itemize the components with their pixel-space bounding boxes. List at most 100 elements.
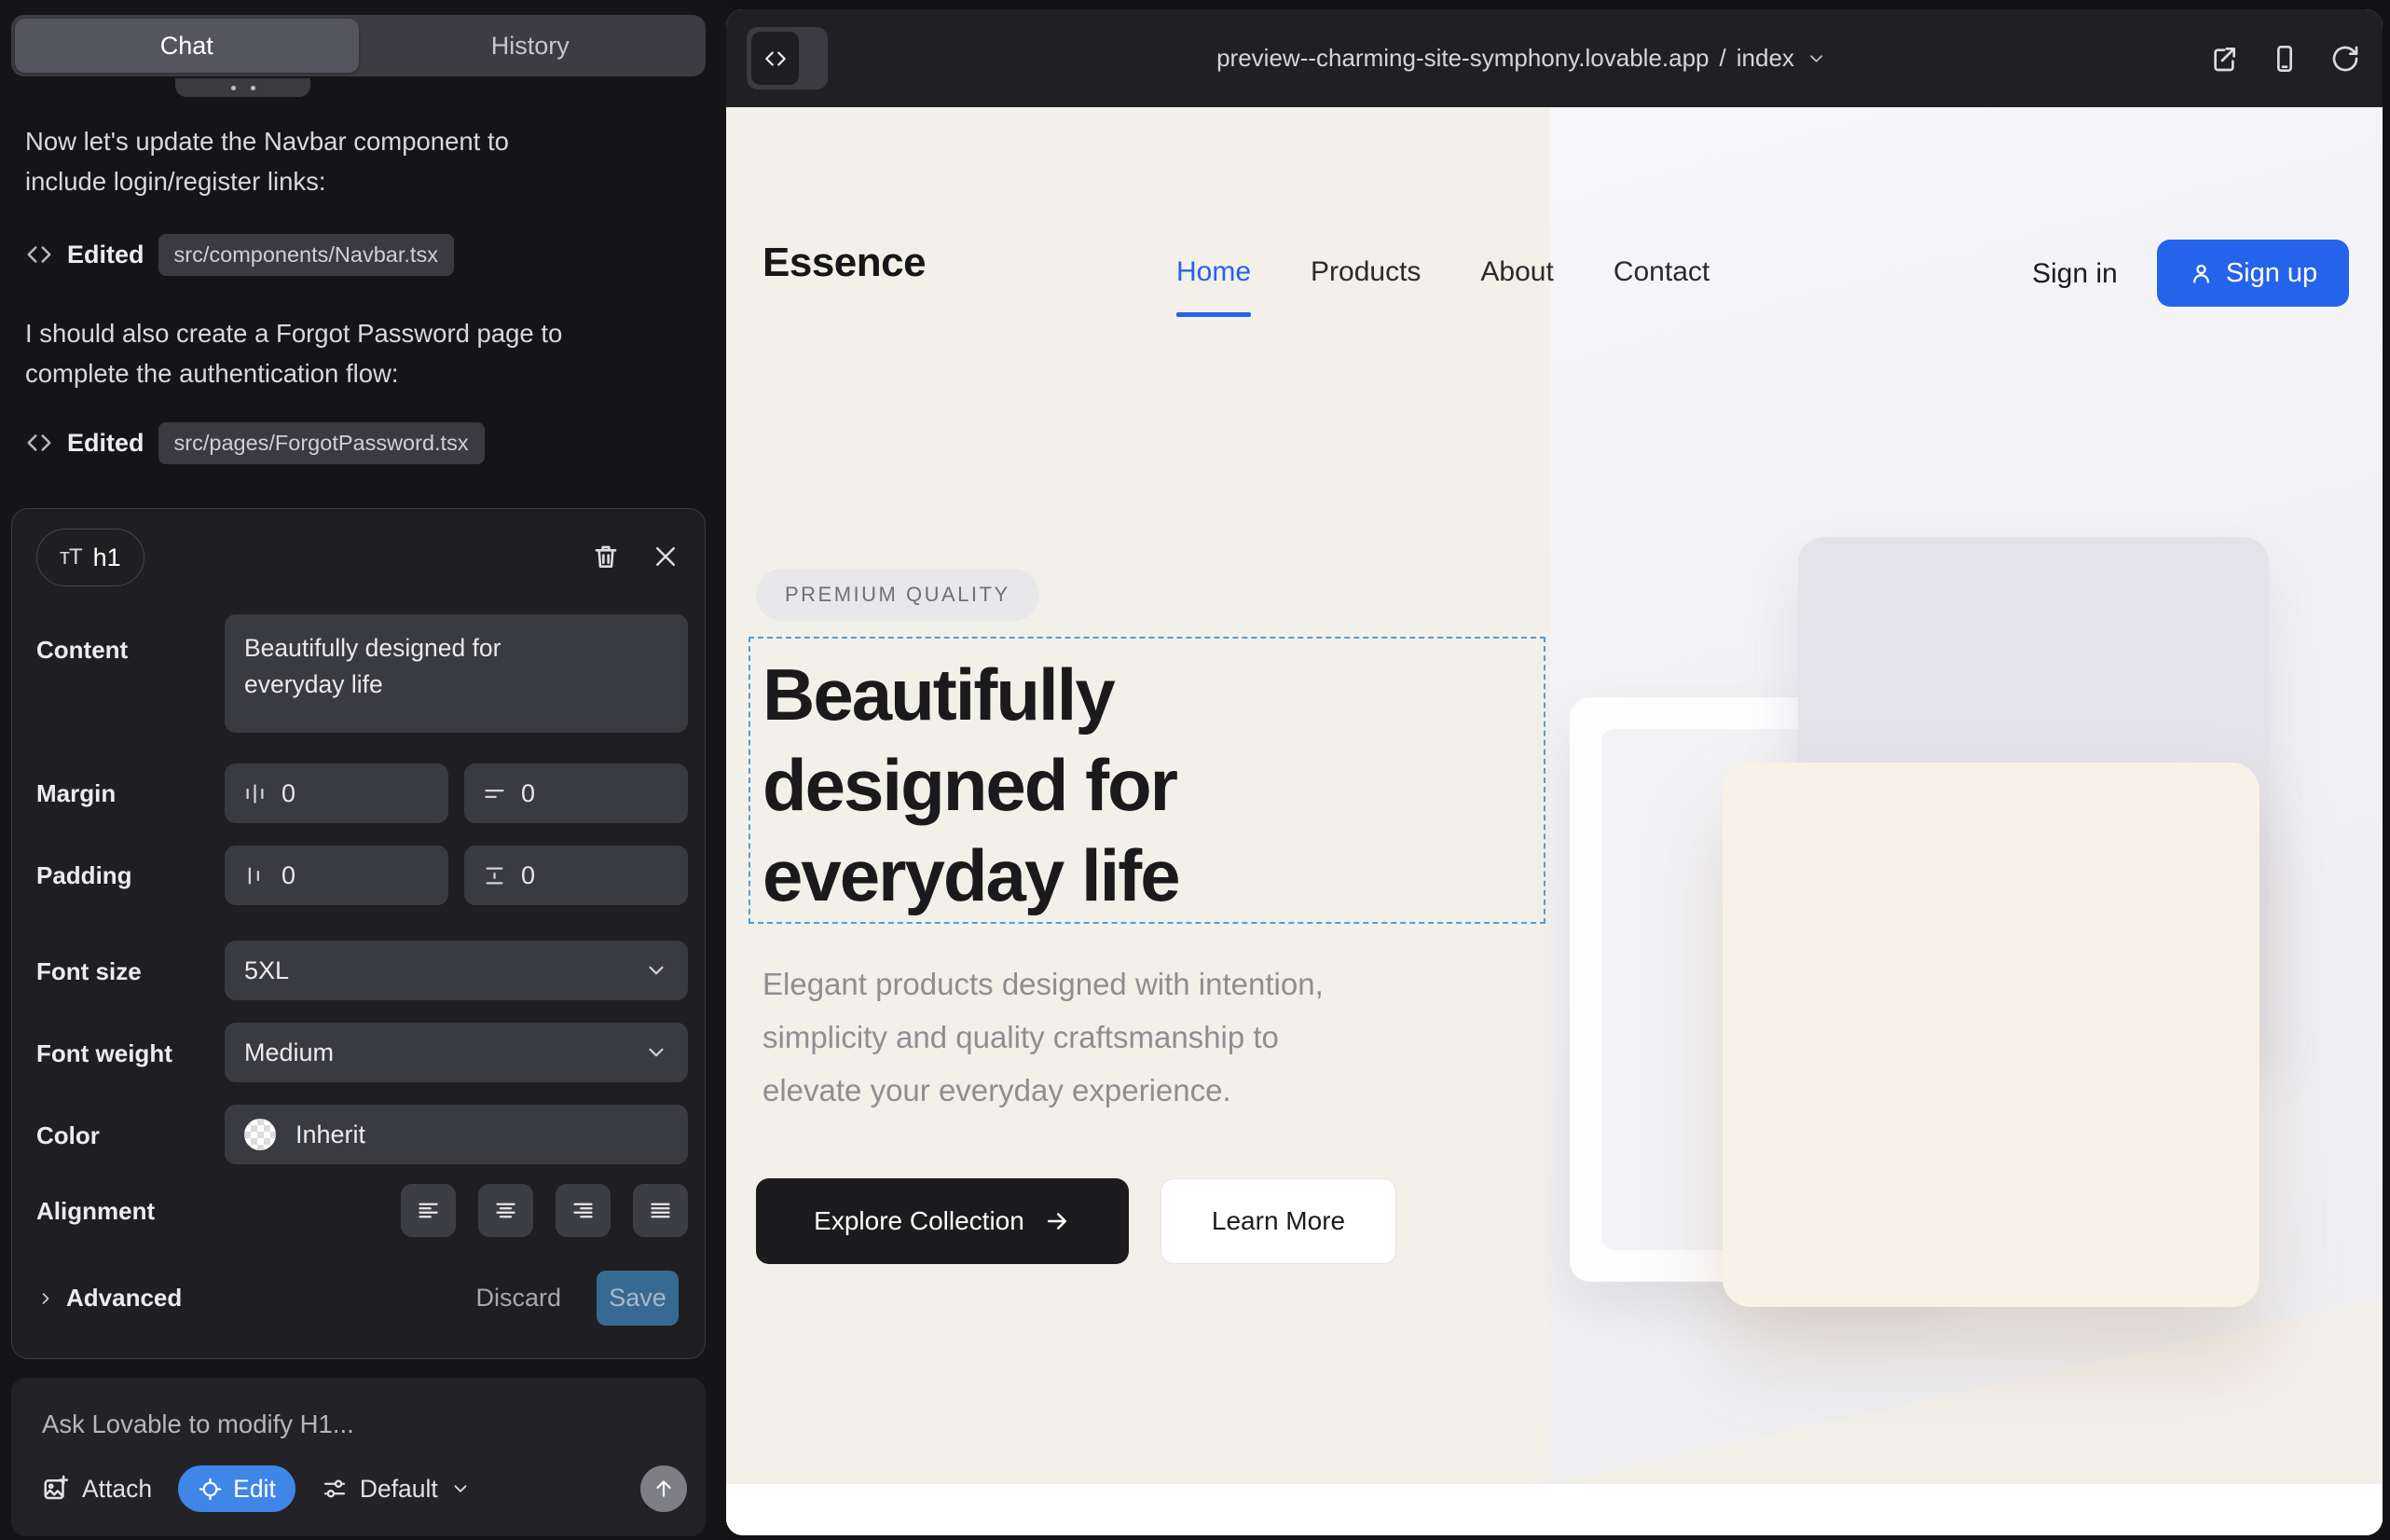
- site-nav: Home Products About Contact: [1176, 256, 1710, 288]
- alignment-label: Alignment: [36, 1197, 155, 1226]
- hero-heading[interactable]: Beautifully designed for everyday life: [762, 650, 1536, 921]
- save-button[interactable]: Save: [597, 1271, 679, 1326]
- chat-message-line: I should also create a Forgot Password p…: [25, 313, 706, 353]
- sign-in-link[interactable]: Sign in: [2032, 258, 2118, 290]
- margin-label: Margin: [36, 779, 116, 808]
- editor-footer: Advanced Discard Save: [36, 1271, 679, 1326]
- tab-chat[interactable]: Chat: [15, 19, 359, 73]
- font-weight-value: Medium: [244, 1038, 334, 1067]
- chat-message-line: include login/register links:: [25, 161, 706, 201]
- delete-element-button[interactable]: [589, 540, 623, 573]
- advanced-toggle[interactable]: Advanced: [36, 1284, 182, 1313]
- attach-button[interactable]: Attach: [42, 1475, 152, 1504]
- padding-label: Padding: [36, 861, 132, 890]
- padding-x-icon: [242, 863, 268, 888]
- explore-collection-label: Explore Collection: [814, 1206, 1024, 1236]
- font-size-label: Font size: [36, 957, 142, 986]
- composer-input[interactable]: [42, 1404, 676, 1445]
- content-input[interactable]: Beautifully designed for everyday life: [225, 614, 688, 733]
- user-icon: [2189, 261, 2214, 286]
- align-center-button[interactable]: [478, 1184, 533, 1237]
- margin-x-icon: [242, 781, 268, 806]
- hero-badge: PREMIUM QUALITY: [756, 569, 1039, 621]
- hero-description: Elegant products designed with intention…: [762, 957, 1324, 1117]
- align-left-button[interactable]: [401, 1184, 456, 1237]
- nav-link-home[interactable]: Home: [1176, 256, 1251, 288]
- font-weight-label: Font weight: [36, 1039, 172, 1068]
- margin-y-input[interactable]: 0: [464, 763, 688, 823]
- hero-ctas: Explore Collection Learn More: [756, 1178, 1396, 1264]
- font-size-select[interactable]: 5XL: [225, 941, 688, 1000]
- chat-history-tabs: Chat History: [11, 15, 706, 76]
- content-line: everyday life: [244, 667, 668, 703]
- url-path: index: [1737, 44, 1794, 73]
- site-preview: Essence Home Products About Contact Sign…: [726, 107, 2383, 1535]
- chat-message: I should also create a Forgot Password p…: [25, 313, 706, 393]
- padding-x-input[interactable]: 0: [225, 846, 448, 905]
- hero-heading-line: everyday life: [762, 831, 1536, 921]
- hero-heading-line: Beautifully: [762, 650, 1536, 740]
- element-editor-panel: тT h1 Content Beautifully designed for e…: [11, 508, 706, 1359]
- refresh-button[interactable]: [2328, 42, 2362, 76]
- sign-up-button[interactable]: Sign up: [2157, 240, 2349, 307]
- font-weight-select[interactable]: Medium: [225, 1023, 688, 1082]
- sliders-icon: [322, 1476, 348, 1502]
- chrome-actions: [2207, 42, 2362, 76]
- padding-x-value: 0: [282, 861, 295, 890]
- close-icon[interactable]: [649, 540, 682, 573]
- send-button[interactable]: [640, 1465, 687, 1512]
- hero-description-line: Elegant products designed with intention…: [762, 957, 1324, 1011]
- target-icon: [198, 1477, 223, 1502]
- padding-y-input[interactable]: 0: [464, 846, 688, 905]
- browser-chrome: preview--charming-site-symphony.lovable.…: [726, 9, 2383, 107]
- attach-label: Attach: [82, 1475, 152, 1504]
- align-right-button[interactable]: [556, 1184, 611, 1237]
- chat-message-line: complete the authentication flow:: [25, 353, 706, 393]
- element-type-pill: тT h1: [36, 529, 144, 586]
- align-justify-button[interactable]: [633, 1184, 688, 1237]
- mode-select[interactable]: Default: [322, 1475, 471, 1504]
- url-host: preview--charming-site-symphony.lovable.…: [1216, 44, 1709, 73]
- nav-link-products[interactable]: Products: [1311, 256, 1421, 288]
- arrow-up-icon: [652, 1477, 676, 1501]
- chevron-right-icon: [36, 1289, 55, 1308]
- url-bar[interactable]: preview--charming-site-symphony.lovable.…: [1216, 44, 1827, 73]
- edited-file-row: Edited src/pages/ForgotPassword.tsx: [25, 421, 485, 464]
- chat-message: Now let's update the Navbar component to…: [25, 121, 706, 201]
- nav-link-contact[interactable]: Contact: [1614, 256, 1710, 288]
- text-size-icon: тT: [60, 544, 82, 571]
- margin-x-value: 0: [282, 779, 295, 808]
- element-tag: h1: [93, 543, 121, 572]
- alignment-group: [401, 1184, 688, 1237]
- color-label: Color: [36, 1121, 100, 1150]
- site-logo[interactable]: Essence: [762, 240, 926, 286]
- learn-more-button[interactable]: Learn More: [1161, 1178, 1396, 1264]
- explore-collection-button[interactable]: Explore Collection: [756, 1178, 1129, 1264]
- edit-mode-button[interactable]: Edit: [178, 1465, 295, 1512]
- chevron-down-icon: [644, 958, 668, 983]
- chevron-down-icon: [1806, 48, 1827, 69]
- content-line: Beautifully designed for: [244, 630, 668, 667]
- margin-y-icon: [482, 781, 507, 806]
- edit-label: Edit: [233, 1475, 276, 1504]
- code-view-toggle[interactable]: [747, 27, 828, 89]
- file-chip[interactable]: src/components/Navbar.tsx: [158, 234, 454, 276]
- sign-up-label: Sign up: [2226, 258, 2317, 289]
- code-icon: [25, 241, 53, 268]
- color-swatch: [244, 1119, 276, 1150]
- tab-history[interactable]: History: [359, 19, 703, 73]
- margin-x-input[interactable]: 0: [225, 763, 448, 823]
- edited-label: Edited: [67, 241, 144, 269]
- chat-message-line: Now let's update the Navbar component to: [25, 121, 706, 161]
- hero-description-line: simplicity and quality craftsmanship to: [762, 1011, 1324, 1064]
- color-select[interactable]: Inherit: [225, 1105, 688, 1164]
- next-section: [726, 1484, 2383, 1535]
- hero-description-line: elevate your everyday experience.: [762, 1064, 1324, 1117]
- mobile-view-button[interactable]: [2268, 42, 2301, 76]
- composer: Attach Edit Default: [11, 1378, 706, 1536]
- nav-link-about[interactable]: About: [1480, 256, 1553, 288]
- padding-y-icon: [482, 863, 507, 888]
- file-chip[interactable]: src/pages/ForgotPassword.tsx: [158, 422, 485, 464]
- discard-button[interactable]: Discard: [475, 1284, 561, 1313]
- open-external-button[interactable]: [2207, 42, 2241, 76]
